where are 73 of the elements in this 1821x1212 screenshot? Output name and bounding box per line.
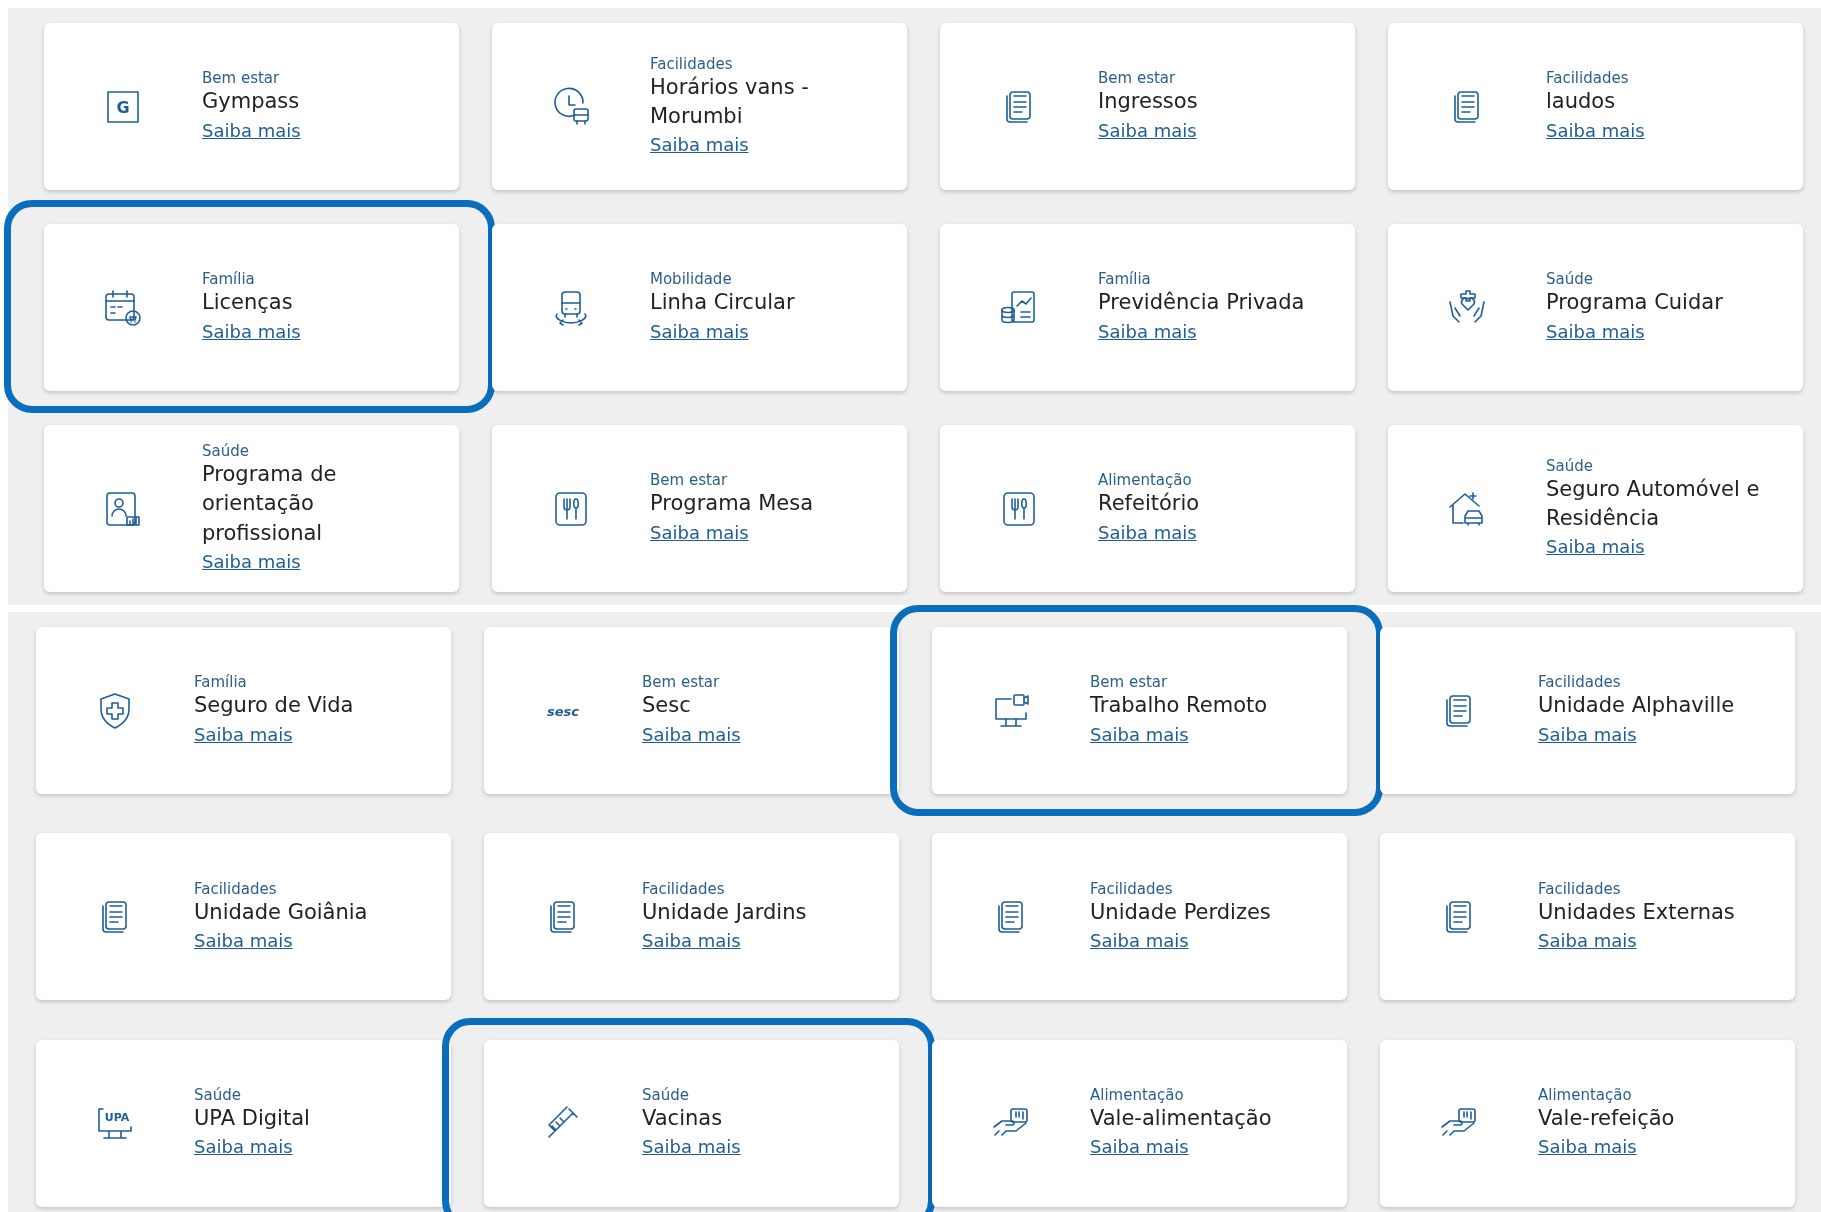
category-label: Facilidades <box>1090 879 1174 898</box>
saiba-mais-link[interactable]: Saiba mais <box>1546 320 1645 342</box>
category-label: Bem estar <box>642 673 721 692</box>
card-title: Sesc <box>642 692 692 720</box>
saiba-mais-link[interactable]: Saiba mais <box>194 723 293 745</box>
saiba-mais-link[interactable]: Saiba mais <box>650 320 749 342</box>
category-label: Alimentação <box>1090 1085 1185 1104</box>
card-title: Seguro de Vida <box>194 692 355 720</box>
card-title: Programa Cuidar <box>1546 289 1724 317</box>
saiba-mais-link[interactable]: Saiba mais <box>1090 930 1189 951</box>
saiba-mais-link[interactable]: Saiba mais <box>642 930 741 951</box>
category-label: Família <box>1098 270 1152 289</box>
saiba-mais-link[interactable]: Saiba mais <box>1546 536 1645 558</box>
category-label: Saúde <box>1546 270 1594 289</box>
category-label: Facilidades <box>650 54 734 73</box>
card-title: Unidade Alphaville <box>1538 692 1736 720</box>
card-title: Unidade Jardins <box>642 898 808 926</box>
sesc-logo-icon: sesc <box>541 688 585 733</box>
card-title: laudos <box>1546 88 1617 116</box>
saiba-mais-link[interactable]: Saiba mais <box>1538 930 1637 951</box>
category-label: Saúde <box>642 1085 690 1104</box>
category-label: Facilidades <box>194 879 278 898</box>
category-label: Família <box>202 270 256 289</box>
card-title: Linha Circular <box>650 289 796 317</box>
saiba-mais-link[interactable]: Saiba mais <box>650 521 749 543</box>
category-label: Bem estar <box>650 471 729 490</box>
card-title: Vacinas <box>642 1104 724 1132</box>
card-title: Trabalho Remoto <box>1090 692 1269 720</box>
saiba-mais-link[interactable]: Saiba mais <box>1098 320 1197 342</box>
category-label: Saúde <box>202 441 250 460</box>
card-title: Ingressos <box>1098 88 1199 116</box>
category-label: Bem estar <box>1090 673 1169 692</box>
card-title: UPA Digital <box>194 1104 311 1132</box>
category-label: Facilidades <box>1538 879 1622 898</box>
category-label: Saúde <box>1546 456 1594 475</box>
card-title: Unidades Externas <box>1538 898 1736 926</box>
category-label: Saúde <box>194 1085 242 1104</box>
category-label: Facilidades <box>642 879 726 898</box>
saiba-mais-link[interactable]: Saiba mais <box>202 551 301 573</box>
card-title: Unidade Goiânia <box>194 898 369 926</box>
saiba-mais-link[interactable]: Saiba mais <box>202 119 301 141</box>
saiba-mais-link[interactable]: Saiba mais <box>1098 119 1197 141</box>
card-title: Vale-alimentação <box>1090 1104 1273 1132</box>
category-label: Facilidades <box>1538 673 1622 692</box>
saiba-mais-link[interactable]: Saiba mais <box>642 1136 741 1158</box>
category-label: Família <box>194 673 248 692</box>
saiba-mais-link[interactable]: Saiba mais <box>642 723 741 745</box>
saiba-mais-link[interactable]: Saiba mais <box>202 320 301 342</box>
card-title: Refeitório <box>1098 490 1201 518</box>
card-title: Unidade Perdizes <box>1090 898 1272 926</box>
category-label: Mobilidade <box>650 270 733 289</box>
card-title: Programa Mesa <box>650 490 814 518</box>
saiba-mais-link[interactable]: Saiba mais <box>194 930 293 951</box>
saiba-mais-link[interactable]: Saiba mais <box>1090 1136 1189 1158</box>
category-label: Alimentação <box>1538 1085 1633 1104</box>
saiba-mais-link[interactable]: Saiba mais <box>1090 723 1189 745</box>
card-title: Gympass <box>202 88 301 116</box>
card-title: Horários vans - Morumbi <box>650 73 810 130</box>
saiba-mais-link[interactable]: Saiba mais <box>1546 119 1645 141</box>
saiba-mais-link[interactable]: Saiba mais <box>194 1136 293 1158</box>
card-title: Seguro Automóvel e Residência <box>1546 475 1761 532</box>
card-title: Vale-refeição <box>1538 1104 1676 1132</box>
saiba-mais-link[interactable]: Saiba mais <box>1098 521 1197 543</box>
category-label: Bem estar <box>1098 69 1177 88</box>
card-title: Licenças <box>202 289 294 317</box>
saiba-mais-link[interactable]: Saiba mais <box>1538 1136 1637 1158</box>
card-title: Programa de orientação profissional <box>202 460 338 547</box>
category-label: Bem estar <box>202 69 281 88</box>
card-title: Previdência Privada <box>1098 289 1306 317</box>
category-label: Alimentação <box>1098 471 1193 490</box>
saiba-mais-link[interactable]: Saiba mais <box>650 134 749 156</box>
saiba-mais-link[interactable]: Saiba mais <box>1538 723 1637 745</box>
category-label: Facilidades <box>1546 69 1630 88</box>
